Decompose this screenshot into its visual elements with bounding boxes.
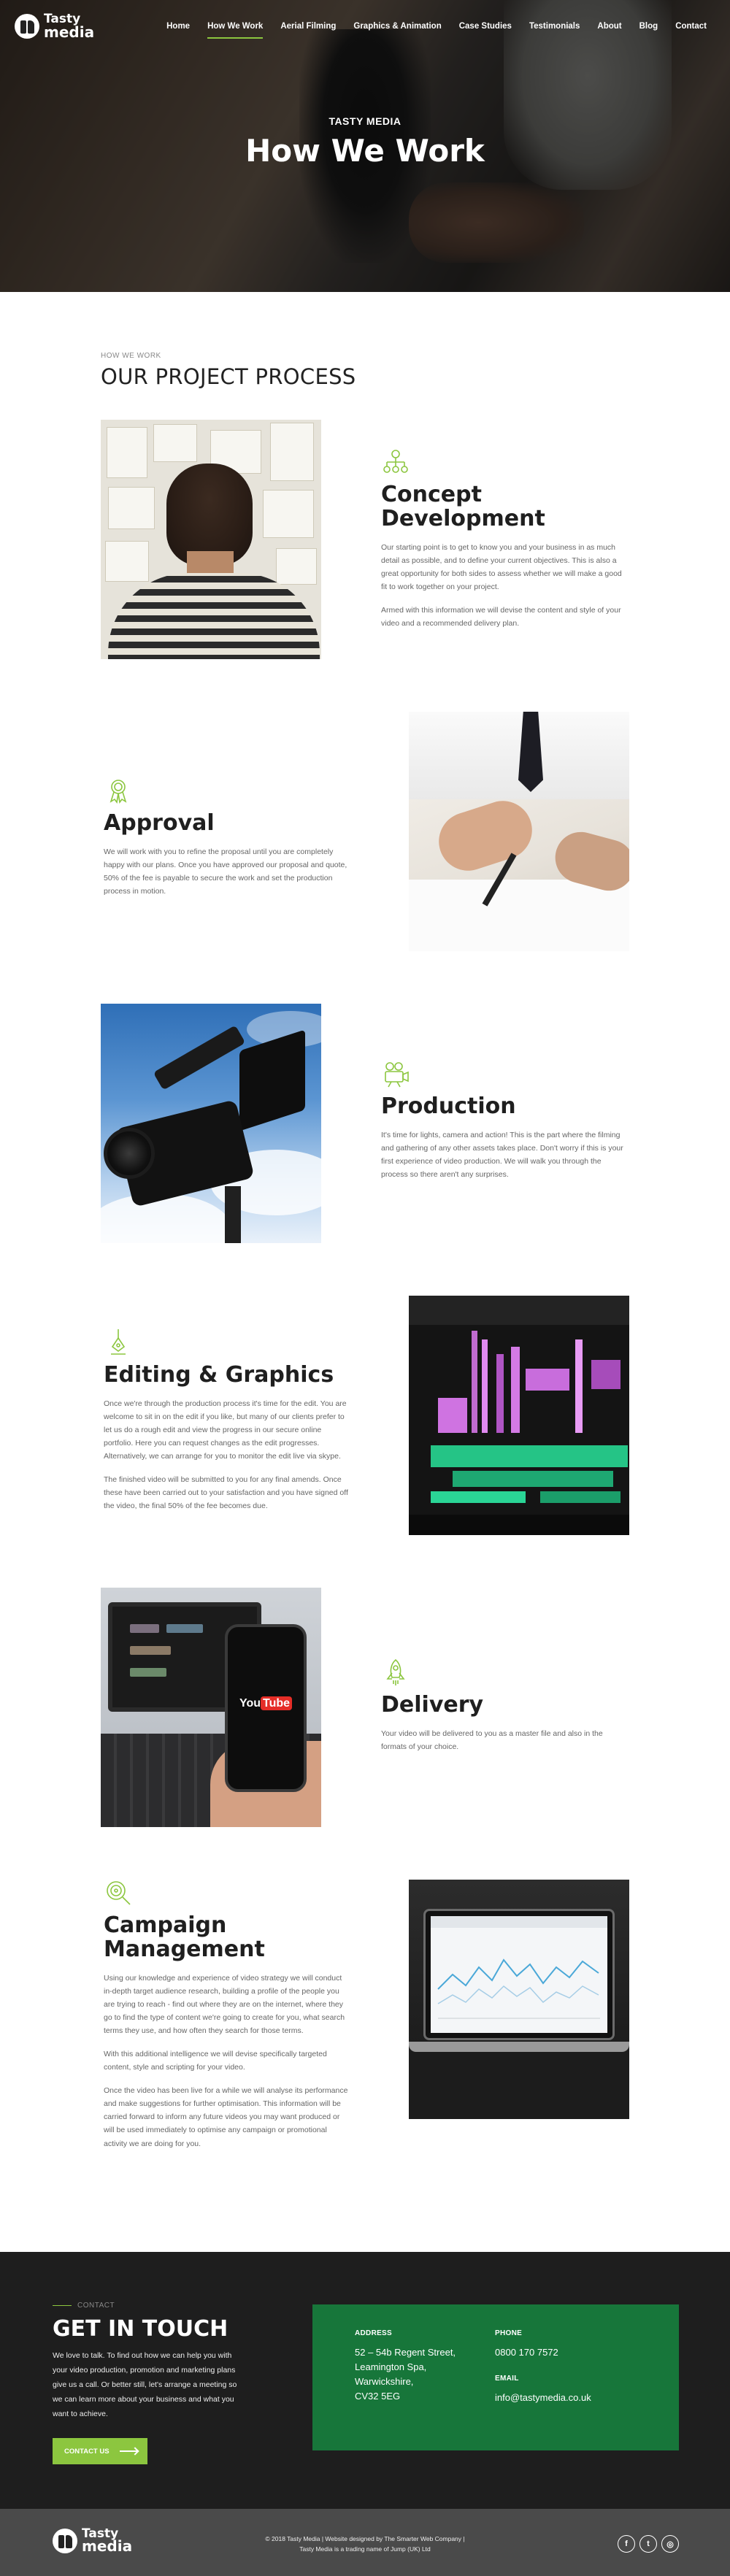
instagram-icon[interactable]: ◎: [661, 2535, 679, 2553]
step-title: Approval: [104, 810, 215, 836]
campaign-screen-graph: [431, 1916, 607, 2019]
concept-text: Concept Development Our starting point i…: [381, 447, 629, 630]
twitter-icon[interactable]: t: [639, 2535, 657, 2553]
nav-item-graphics-animation[interactable]: Graphics & Animation: [345, 18, 450, 35]
step-paragraph: Armed with this information we will devi…: [381, 606, 621, 628]
production-photo: [101, 1004, 321, 1243]
footer-logo[interactable]: Tasty media: [53, 2527, 133, 2556]
step-delivery: You Tube Delivery Your video will be deli…: [0, 1588, 730, 1880]
nav-item-contact[interactable]: Contact: [666, 18, 715, 35]
nav-item-home[interactable]: Home: [158, 18, 199, 35]
target-search-icon: [107, 1881, 131, 1905]
campaign-photo: [409, 1880, 629, 2119]
address-line: CV32 5EG: [355, 2391, 401, 2402]
camera-icon: [385, 1062, 409, 1088]
main-navigation: Tasty media Home How We Work Aerial Film…: [0, 0, 730, 53]
step-editing-graphics: Editing & Graphics Once we're through th…: [0, 1296, 730, 1588]
address-value: 52 – 54b Regent Street, Leamington Spa, …: [355, 2345, 456, 2404]
step-title: Editing & Graphics: [104, 1362, 334, 1388]
pen-tool-icon: [111, 1329, 126, 1355]
editing-photo: [409, 1296, 629, 1535]
copyright-text: © 2018 Tasty Media | Website designed by…: [234, 2534, 496, 2555]
social-links: f t ◎: [618, 2535, 679, 2553]
step-paragraph: The finished video will be submitted to …: [104, 1475, 348, 1511]
email-label: EMAIL: [495, 2375, 519, 2383]
contact-kicker: CONTACT: [53, 2302, 115, 2310]
address-label: ADDRESS: [355, 2329, 392, 2337]
hero-text: TASTY MEDIA How We Work: [0, 115, 730, 169]
process-kicker: HOW WE WORK: [101, 352, 161, 360]
step-paragraph: We will work with you to refine the prop…: [104, 847, 347, 896]
delivery-text: Delivery Your video will be delivered to…: [381, 1658, 629, 1753]
step-paragraph: Using our knowledge and experience of vi…: [104, 1974, 345, 2036]
step-title: Production: [381, 1093, 516, 1119]
step-paragraph: Once we're through the production proces…: [104, 1399, 347, 1461]
step-paragraph: With this additional intelligence we wil…: [104, 2050, 327, 2072]
email-link[interactable]: info@tastymedia.co.uk: [495, 2391, 591, 2405]
step-approval: Approval We will work with you to refine…: [0, 712, 730, 1004]
hero-kicker: TASTY MEDIA: [328, 115, 402, 127]
hero-title: How We Work: [245, 133, 485, 169]
nav-menu: Home How We Work Aerial Filming Graphics…: [158, 18, 715, 39]
step-campaign-management: Campaign Management Using our knowledge …: [0, 1880, 730, 2245]
step-paragraph: It's time for lights, camera and action!…: [381, 1131, 623, 1180]
nav-item-how-we-work[interactable]: How We Work: [199, 18, 272, 39]
step-paragraph: Once the video has been live for a while…: [104, 2086, 348, 2148]
nav-item-blog[interactable]: Blog: [631, 18, 667, 35]
logo-text: Tasty media: [82, 2527, 133, 2556]
address-line: Warwickshire,: [355, 2376, 414, 2388]
nav-item-aerial-filming[interactable]: Aerial Filming: [272, 18, 345, 35]
delivery-photo: You Tube: [101, 1588, 321, 1827]
lightbulb-network-icon: [383, 450, 408, 473]
logo-line-2: media: [82, 2537, 133, 2556]
nav-item-testimonials[interactable]: Testimonials: [520, 18, 588, 35]
phone-link[interactable]: 0800 170 7572: [495, 2345, 558, 2360]
facebook-icon[interactable]: f: [618, 2535, 635, 2553]
copyright-line-2: Tasty Media is a trading name of Jump (U…: [299, 2545, 431, 2553]
step-title: Concept Development: [381, 482, 545, 531]
logo-text: Tasty media: [44, 13, 94, 39]
campaign-text: Campaign Management Using our knowledge …: [104, 1878, 352, 2150]
contact-us-button[interactable]: CONTACT US: [53, 2438, 147, 2464]
step-paragraph: Your video will be delivered to you as a…: [381, 1729, 603, 1752]
address-line: 52 – 54b Regent Street,: [355, 2347, 456, 2358]
approval-photo: [409, 712, 629, 951]
step-concept-development: Concept Development Our starting point i…: [0, 420, 730, 712]
concept-photo: [101, 420, 321, 659]
production-text: Production It's time for lights, camera …: [381, 1059, 629, 1181]
logo-icon: [53, 2528, 77, 2553]
editing-text: Editing & Graphics Once we're through th…: [104, 1328, 352, 1512]
contact-text: We love to talk. To find out how we can …: [53, 2351, 237, 2418]
address-line: Leamington Spa,: [355, 2361, 427, 2373]
phone-label: PHONE: [495, 2329, 523, 2337]
nav-item-about[interactable]: About: [588, 18, 630, 35]
step-title: Delivery: [381, 1692, 484, 1718]
youtube-logo: You Tube: [239, 1696, 293, 1719]
step-paragraph: Our starting point is to get to know you…: [381, 543, 622, 592]
site-logo[interactable]: Tasty media: [15, 13, 94, 39]
logo-icon: [15, 13, 39, 39]
logo-line-2: media: [44, 23, 95, 41]
contact-details-box: ADDRESS 52 – 54b Regent Street, Leamingt…: [312, 2304, 679, 2450]
rocket-icon: [386, 1658, 405, 1685]
process-title: OUR PROJECT PROCESS: [101, 364, 356, 389]
approval-text: Approval We will work with you to refine…: [104, 776, 352, 898]
hero-banner: Tasty media Home How We Work Aerial Film…: [0, 0, 730, 292]
site-footer: Tasty media © 2018 Tasty Media | Website…: [0, 2509, 730, 2576]
nav-item-case-studies[interactable]: Case Studies: [450, 18, 520, 35]
copyright-line-1: © 2018 Tasty Media | Website designed by…: [265, 2535, 465, 2542]
step-title: Campaign Management: [104, 1912, 265, 1962]
contact-title: GET IN TOUCH: [53, 2316, 228, 2342]
award-icon: [110, 780, 127, 804]
step-production: Production It's time for lights, camera …: [0, 1004, 730, 1296]
process-heading: HOW WE WORK OUR PROJECT PROCESS: [0, 292, 730, 389]
contact-section: CONTACT GET IN TOUCH We love to talk. To…: [0, 2252, 730, 2509]
arrow-right-icon: [120, 2450, 137, 2452]
contact-us-label: CONTACT US: [64, 2447, 110, 2456]
